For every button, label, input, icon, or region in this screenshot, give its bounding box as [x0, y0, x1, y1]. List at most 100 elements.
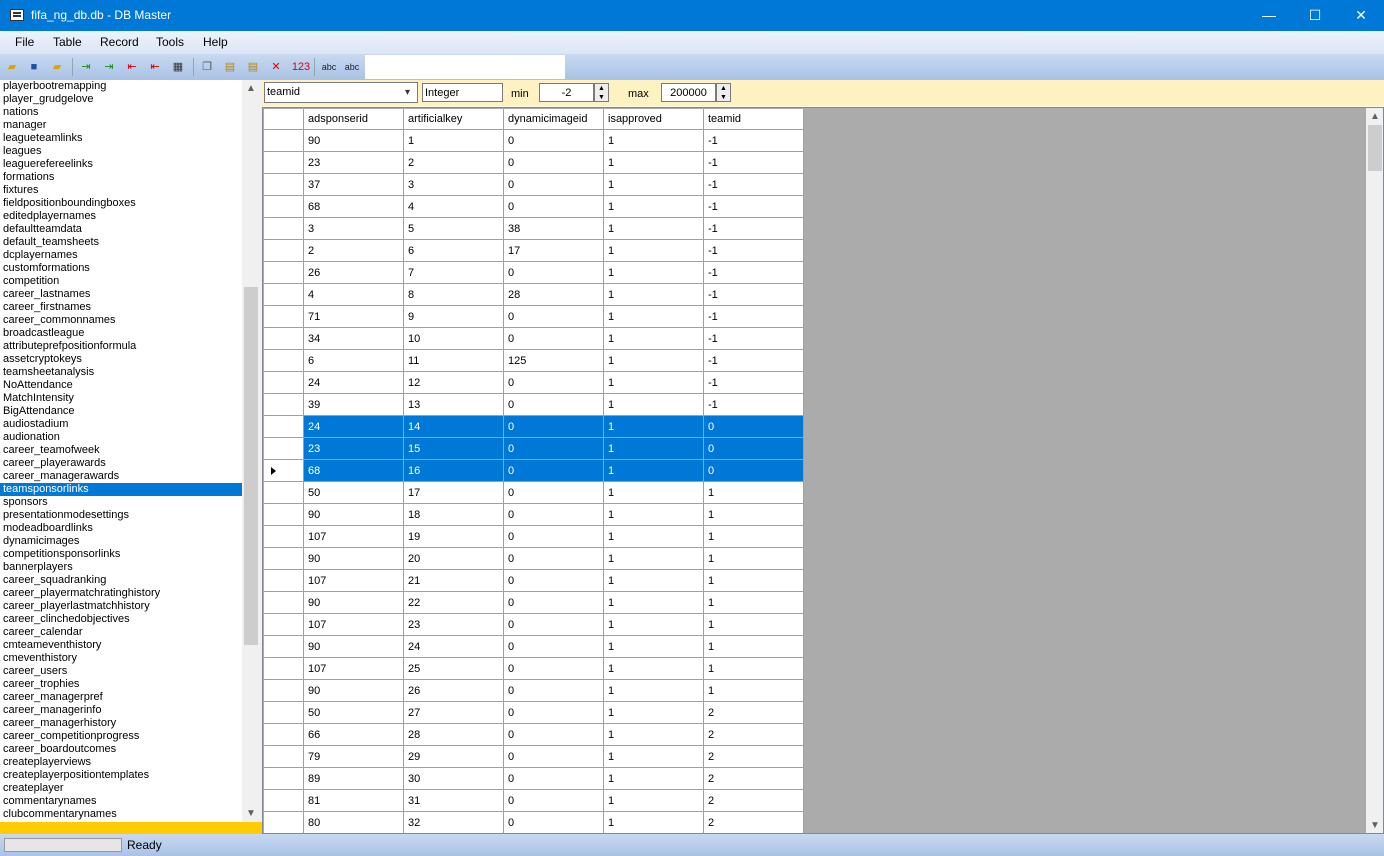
table-list-item[interactable]: sponsors [0, 496, 242, 509]
last-record-icon[interactable]: ⇤ [147, 59, 163, 75]
copy-icon[interactable]: ❐ [199, 59, 215, 75]
cell-artificialkey[interactable]: 6 [404, 240, 504, 262]
cell-isapproved[interactable]: 1 [604, 746, 704, 768]
column-header-teamid[interactable]: teamid [704, 109, 804, 130]
cell-isapproved[interactable]: 1 [604, 702, 704, 724]
cell-dynamicimageid[interactable]: 0 [504, 460, 604, 482]
table-row[interactable]: 71 9 0 1 -1 [264, 306, 804, 328]
cell-adsponserid[interactable]: 107 [304, 614, 404, 636]
field-select[interactable]: teamid ▾ [264, 82, 418, 103]
table-list-item[interactable]: career_managerpref [0, 691, 242, 704]
cell-adsponserid[interactable]: 90 [304, 548, 404, 570]
cell-teamid[interactable]: 1 [704, 548, 804, 570]
table-list-item[interactable]: createplayerpositiontemplates [0, 769, 242, 782]
cell-isapproved[interactable]: 1 [604, 350, 704, 372]
table-list-item[interactable]: competitionsponsorlinks [0, 548, 242, 561]
next-record-icon[interactable]: ⇥ [101, 59, 117, 75]
cell-dynamicimageid[interactable]: 0 [504, 526, 604, 548]
table-list-item[interactable]: teamsheetanalysis [0, 366, 242, 379]
row-header[interactable] [264, 328, 304, 350]
spellcheck-icon[interactable]: abc [319, 59, 339, 75]
row-header[interactable] [264, 768, 304, 790]
row-header[interactable] [264, 394, 304, 416]
row-header[interactable] [264, 460, 304, 482]
table-list-item[interactable]: createplayer [0, 782, 242, 795]
cell-dynamicimageid[interactable]: 0 [504, 130, 604, 152]
cell-adsponserid[interactable]: 90 [304, 636, 404, 658]
cell-dynamicimageid[interactable]: 0 [504, 548, 604, 570]
table-row[interactable]: 37 3 0 1 -1 [264, 174, 804, 196]
cell-dynamicimageid[interactable]: 0 [504, 592, 604, 614]
table-list-item[interactable]: career_boardoutcomes [0, 743, 242, 756]
row-header[interactable] [264, 152, 304, 174]
cell-adsponserid[interactable]: 90 [304, 680, 404, 702]
cell-teamid[interactable]: 2 [704, 812, 804, 833]
cell-dynamicimageid[interactable]: 0 [504, 702, 604, 724]
row-header[interactable] [264, 746, 304, 768]
cell-artificialkey[interactable]: 25 [404, 658, 504, 680]
menu-file[interactable]: File [15, 35, 34, 49]
cell-teamid[interactable]: 1 [704, 482, 804, 504]
table-list-item[interactable]: career_teamofweek [0, 444, 242, 457]
table-list-item[interactable]: commentarynames [0, 795, 242, 808]
table-list-item[interactable]: leagues [0, 145, 242, 158]
cell-artificialkey[interactable]: 20 [404, 548, 504, 570]
cell-artificialkey[interactable]: 21 [404, 570, 504, 592]
cell-artificialkey[interactable]: 16 [404, 460, 504, 482]
cell-isapproved[interactable]: 1 [604, 592, 704, 614]
table-list-item[interactable]: attributeprefpositionformula [0, 340, 242, 353]
table-list-item[interactable]: defaultteamdata [0, 223, 242, 236]
cell-teamid[interactable]: 1 [704, 680, 804, 702]
grid-corner-header[interactable] [264, 109, 304, 130]
cell-adsponserid[interactable]: 23 [304, 438, 404, 460]
cell-adsponserid[interactable]: 24 [304, 372, 404, 394]
cell-artificialkey[interactable]: 1 [404, 130, 504, 152]
table-list-item[interactable]: BigAttendance [0, 405, 242, 418]
table-list-item[interactable]: manager [0, 119, 242, 132]
min-input[interactable]: -2 [539, 83, 594, 102]
table-list-item[interactable]: default_teamsheets [0, 236, 242, 249]
cell-isapproved[interactable]: 1 [604, 218, 704, 240]
cell-artificialkey[interactable]: 23 [404, 614, 504, 636]
cell-dynamicimageid[interactable]: 0 [504, 152, 604, 174]
cell-adsponserid[interactable]: 6 [304, 350, 404, 372]
table-list-item[interactable]: fixtures [0, 184, 242, 197]
table-list-item[interactable]: teamsponsorlinks [0, 483, 242, 496]
cell-teamid[interactable]: -1 [704, 196, 804, 218]
table-row[interactable]: 26 7 0 1 -1 [264, 262, 804, 284]
cell-adsponserid[interactable]: 23 [304, 152, 404, 174]
cell-teamid[interactable]: 1 [704, 592, 804, 614]
table-row[interactable]: 50 17 0 1 1 [264, 482, 804, 504]
table-list-item[interactable]: career_managerawards [0, 470, 242, 483]
cell-adsponserid[interactable]: 50 [304, 482, 404, 504]
row-header[interactable] [264, 482, 304, 504]
row-header[interactable] [264, 680, 304, 702]
table-list-item[interactable]: career_trophies [0, 678, 242, 691]
cell-dynamicimageid[interactable]: 0 [504, 746, 604, 768]
first-record-icon[interactable]: ⇥ [78, 59, 94, 75]
table-list-item[interactable]: career_playerlastmatchhistory [0, 600, 242, 613]
cell-dynamicimageid[interactable]: 0 [504, 394, 604, 416]
cell-isapproved[interactable]: 1 [604, 636, 704, 658]
table-row[interactable]: 90 24 0 1 1 [264, 636, 804, 658]
scroll-down-icon[interactable]: ▼ [242, 805, 260, 822]
table-row[interactable]: 6 11 125 1 -1 [264, 350, 804, 372]
table-list-item[interactable]: modeadboardlinks [0, 522, 242, 535]
table-row[interactable]: 4 8 28 1 -1 [264, 284, 804, 306]
cell-isapproved[interactable]: 1 [604, 482, 704, 504]
cell-dynamicimageid[interactable]: 0 [504, 768, 604, 790]
cell-teamid[interactable]: 0 [704, 416, 804, 438]
cell-artificialkey[interactable]: 10 [404, 328, 504, 350]
table-list-item[interactable]: bannerplayers [0, 561, 242, 574]
table-list-item[interactable]: career_competitionprogress [0, 730, 242, 743]
table-list-item[interactable]: leagueteamlinks [0, 132, 242, 145]
table-list-item[interactable]: audionation [0, 431, 242, 444]
row-header[interactable] [264, 658, 304, 680]
cell-artificialkey[interactable]: 28 [404, 724, 504, 746]
cell-dynamicimageid[interactable]: 0 [504, 614, 604, 636]
cell-isapproved[interactable]: 1 [604, 306, 704, 328]
table-row[interactable]: 24 14 0 1 0 [264, 416, 804, 438]
table-row[interactable]: 89 30 0 1 2 [264, 768, 804, 790]
cell-artificialkey[interactable]: 14 [404, 416, 504, 438]
cell-artificialkey[interactable]: 17 [404, 482, 504, 504]
